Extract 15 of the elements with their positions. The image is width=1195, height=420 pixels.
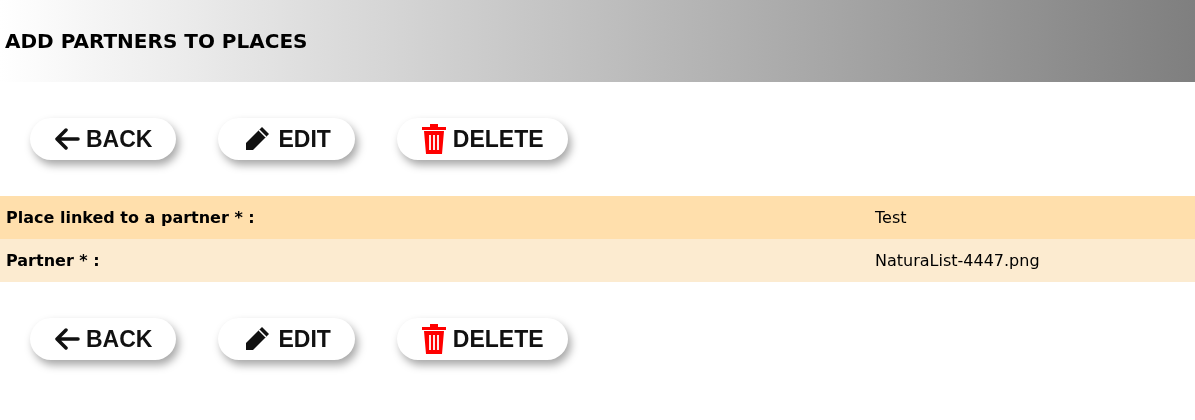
trash-icon — [420, 123, 447, 155]
delete-button[interactable]: DELETE — [396, 118, 568, 160]
edit-button[interactable]: EDIT — [218, 318, 355, 360]
page-title: ADD PARTNERS TO PLACES — [5, 29, 308, 53]
trash-icon — [420, 323, 447, 355]
arrow-left-icon — [54, 128, 80, 150]
field-label: Partner * : — [5, 251, 101, 270]
back-button[interactable]: BACK — [30, 118, 177, 160]
field-value: Test — [875, 208, 907, 227]
delete-button[interactable]: DELETE — [396, 318, 568, 360]
field-value: NaturaList-4447.png — [875, 251, 1040, 270]
edit-button[interactable]: EDIT — [218, 118, 355, 160]
field-label: Place linked to a partner * : — [5, 208, 256, 227]
back-button[interactable]: BACK — [30, 318, 177, 360]
arrow-left-icon — [54, 328, 80, 350]
